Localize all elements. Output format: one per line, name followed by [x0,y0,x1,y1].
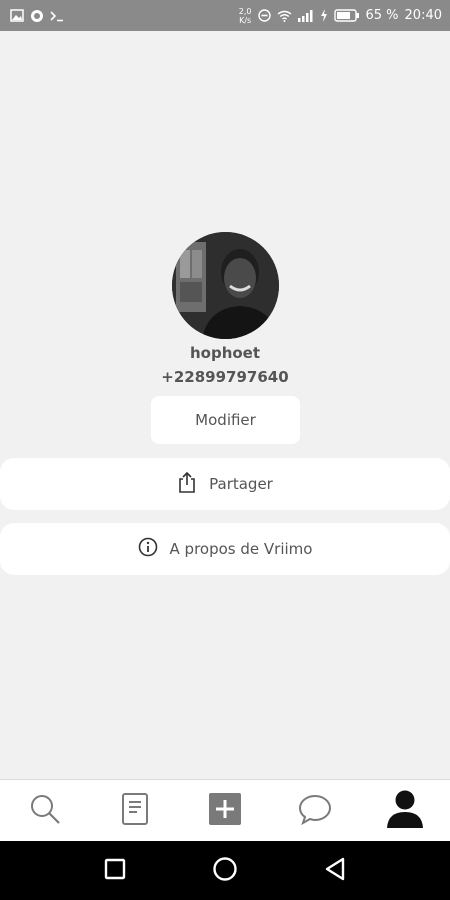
home-button[interactable] [205,851,245,891]
add-icon [208,792,242,830]
nav-chat[interactable] [285,786,345,836]
back-icon [324,857,346,885]
network-speed-unit: K/s [239,15,252,25]
profile-icon [386,789,424,833]
recents-button[interactable] [95,851,135,891]
share-button[interactable]: Partager [0,458,450,510]
nav-document[interactable] [105,786,165,836]
share-icon [177,471,197,497]
document-icon [121,792,149,830]
network-speed: 2,0 K/s [239,7,252,25]
back-button[interactable] [315,851,355,891]
username: hophoet [189,344,261,362]
image-icon [10,9,24,22]
recents-icon [104,858,126,884]
nav-add[interactable] [195,786,255,836]
avatar[interactable] [172,232,279,339]
do-not-disturb-icon [257,9,271,22]
about-button[interactable]: A propos de Vriimo [0,523,450,575]
circle-app-icon [30,9,44,23]
clock: 20:40 [404,8,442,23]
terminal-icon [50,10,64,22]
nav-search[interactable] [15,786,75,836]
search-icon [29,793,61,829]
chat-icon [298,793,332,829]
network-speed-value: 2,0 [238,6,252,16]
nav-profile[interactable] [375,786,435,836]
battery-icon [333,9,360,22]
phone-number: +22899797640 [161,368,289,386]
system-nav-bar [0,841,450,900]
signal-icon [297,9,314,22]
status-bar: 2,0 K/s 65 % 20:40 [0,0,450,31]
status-bar-right: 2,0 K/s 65 % 20:40 [239,7,442,25]
status-bar-left [10,9,64,23]
about-label: A propos de Vriimo [169,540,313,558]
wifi-icon [277,10,292,22]
home-icon [212,856,238,886]
modify-profile-button[interactable]: Modifier [151,396,300,444]
bottom-nav [0,779,450,842]
charging-icon [320,9,328,22]
share-label: Partager [209,475,273,493]
battery-percent: 65 % [365,8,399,23]
info-icon [138,537,158,561]
